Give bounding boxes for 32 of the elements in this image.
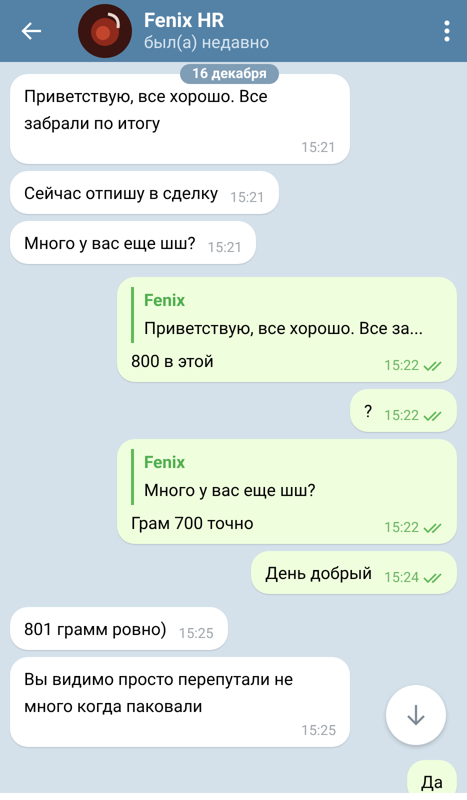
message-text: Много у вас еще шш? xyxy=(24,233,196,256)
avatar[interactable] xyxy=(78,4,132,58)
reply-sender: Fenix xyxy=(144,452,186,475)
message-time: 15:25 xyxy=(301,722,336,741)
message-text: 801 грамм ровно) xyxy=(24,619,167,642)
quoted-reply[interactable]: Fenix Много у вас еще шш? xyxy=(131,449,443,505)
quoted-reply[interactable]: Fenix Приветствую, все хорошо. Все за... xyxy=(131,287,443,343)
message-text: Да xyxy=(420,772,443,793)
reply-text: Много у вас еще шш? xyxy=(144,480,317,503)
message-text: Вы видимо просто перепутали не много когда паковали xyxy=(24,669,294,719)
reply-text: Приветствую, все хорошо. Все за... xyxy=(144,318,424,341)
scroll-down-button[interactable] xyxy=(386,685,446,745)
down-arrow-icon xyxy=(405,703,427,727)
message-time: 15:21 xyxy=(230,189,265,208)
message-time: 15:21 xyxy=(301,139,336,158)
message-time: 15:22 xyxy=(384,357,419,376)
more-menu-icon[interactable] xyxy=(443,19,451,43)
message-time: 15:24 xyxy=(384,569,419,588)
date-badge: 16 декабря xyxy=(180,64,279,84)
message-text: 800 в этой xyxy=(131,351,214,374)
message-text: Сейчас отпишу в сделку xyxy=(24,183,218,206)
chat-title: Fenix HR xyxy=(144,8,226,33)
message-time: 15:22 xyxy=(384,519,419,538)
message-time: 15:22 xyxy=(384,407,419,426)
message-text: Грам 700 точно xyxy=(131,513,254,536)
reply-sender: Fenix xyxy=(144,290,186,313)
message-time: 15:25 xyxy=(178,625,214,644)
message-text: Приветствую, все хорошо. Все забрали по итогу xyxy=(24,86,269,136)
message-text: День добрый xyxy=(265,563,372,586)
last-seen-status: был(а) недавно xyxy=(144,32,270,54)
message-time: 15:21 xyxy=(208,239,242,258)
message-text: ? xyxy=(364,401,372,424)
